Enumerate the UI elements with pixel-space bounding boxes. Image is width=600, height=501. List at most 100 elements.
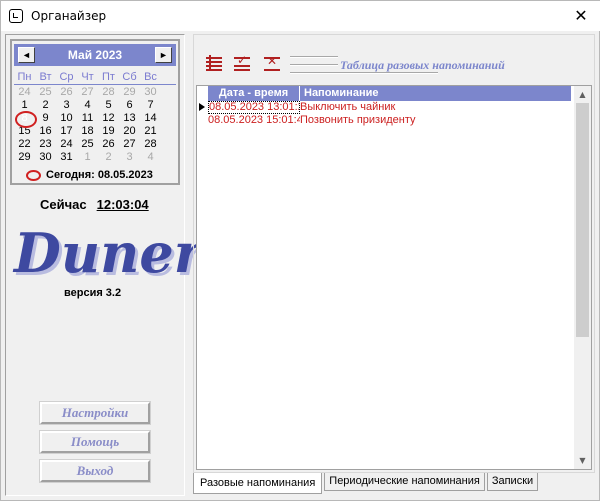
calendar-week: 24 25 26 27 28 29 30 [14, 86, 176, 99]
organizer-window: Органайзер ✕ ◄ Май 2023 ► Пн Вт Ср Чт Пт… [0, 0, 600, 501]
table-header: Дата - время Напоминание [197, 86, 572, 101]
calendar-divider [14, 84, 176, 85]
weekday-label: Пт [102, 71, 115, 83]
calendar-day[interactable]: 9 [35, 112, 56, 125]
calendar-day[interactable]: 1 [77, 151, 98, 164]
today-link[interactable]: Сегодня: 08.05.2023 [26, 167, 153, 183]
calendar-day[interactable]: 2 [98, 151, 119, 164]
calendar-day[interactable]: 21 [140, 125, 161, 138]
list-check-icon[interactable] [234, 53, 250, 71]
list-delete-icon[interactable] [264, 54, 280, 71]
tab-notes[interactable]: Записки [486, 473, 539, 491]
calendar-day[interactable]: 3 [56, 99, 77, 112]
reminders-table: Дата - время Напоминание 08.05.2023 13:0… [196, 85, 592, 470]
title-bar: Органайзер ✕ [1, 1, 600, 31]
calendar-day[interactable]: 27 [119, 138, 140, 151]
calendar-day[interactable]: 7 [140, 99, 161, 112]
exit-button[interactable]: Выход [39, 459, 151, 483]
calendar-day[interactable]: 29 [119, 86, 140, 99]
window-title: Органайзер [31, 9, 107, 23]
calendar-day[interactable]: 14 [140, 112, 161, 125]
current-time: Сейчас 12:03:04 [40, 197, 149, 212]
calendar-day[interactable]: 11 [77, 112, 98, 125]
calendar-week: 22 23 24 25 26 27 28 [14, 138, 176, 151]
weekday-label: Вт [39, 71, 52, 83]
table-title: Таблица разовых напоминаний [340, 58, 505, 72]
left-panel: ◄ Май 2023 ► Пн Вт Ср Чт Пт Сб Вс 24 25 [5, 34, 203, 496]
calendar-day[interactable]: 22 [14, 138, 35, 151]
current-time-value: 12:03:04 [96, 197, 149, 212]
prev-month-button[interactable]: ◄ [18, 47, 35, 63]
calendar-day[interactable]: 25 [35, 86, 56, 99]
calendar-day[interactable]: 31 [56, 151, 77, 164]
app-logo: Duner [14, 221, 203, 285]
calendar-header: ◄ Май 2023 ► [14, 44, 176, 66]
calendar-day[interactable]: 29 [14, 151, 35, 164]
weekday-label: Ср [59, 71, 74, 83]
calendar-week: 15 16 17 18 19 20 21 [14, 125, 176, 138]
column-header-reminder[interactable]: Напоминание [300, 86, 572, 101]
calendar-day[interactable]: 6 [119, 99, 140, 112]
calendar-day[interactable]: 30 [35, 151, 56, 164]
calendar-day[interactable]: 20 [119, 125, 140, 138]
calendar-day[interactable]: 26 [56, 86, 77, 99]
scroll-up-icon[interactable]: ▲ [574, 86, 591, 103]
calendar-day[interactable]: 17 [56, 125, 77, 138]
row-indicator [197, 114, 208, 127]
calendar-week: 8 9 10 11 12 13 14 [14, 111, 176, 128]
scrollbar-thumb[interactable] [576, 103, 589, 337]
list-add-icon[interactable] [206, 55, 222, 71]
column-header-datetime[interactable]: Дата - время [208, 86, 300, 101]
today-label: Сегодня: 08.05.2023 [46, 169, 153, 181]
calendar-day[interactable]: 13 [119, 112, 140, 125]
vertical-scrollbar[interactable]: ▲ ▼ [574, 86, 591, 469]
scroll-down-icon[interactable]: ▼ [574, 452, 591, 469]
header-indicator-column [197, 86, 208, 101]
next-month-button[interactable]: ► [155, 47, 172, 63]
calendar-month-label: Май 2023 [67, 48, 123, 62]
weekday-label: Сб [122, 71, 137, 83]
calendar-day[interactable]: 2 [35, 99, 56, 112]
cell-datetime[interactable]: 08.05.2023 15:01:43 [208, 114, 300, 127]
today-circle-icon [26, 169, 41, 181]
close-button[interactable]: ✕ [571, 6, 591, 26]
help-button[interactable]: Помощь [39, 430, 151, 454]
cell-datetime[interactable]: 08.05.2023 13:01:27 [208, 101, 300, 114]
settings-button[interactable]: Настройки [39, 401, 151, 425]
calendar-day[interactable]: 30 [140, 86, 161, 99]
table-row[interactable]: 08.05.2023 15:01:43 Позвонить призиденту [197, 114, 500, 127]
calendar-day[interactable]: 4 [77, 99, 98, 112]
cell-reminder[interactable]: Выключить чайник [300, 101, 500, 114]
calendar-day[interactable]: 26 [98, 138, 119, 151]
weekday-label: Чт [81, 71, 94, 83]
tab-periodic-reminders[interactable]: Периодические напоминания [324, 473, 485, 491]
tab-bar: Разовые напоминания Периодические напоми… [193, 473, 540, 495]
calendar-day[interactable]: 27 [77, 86, 98, 99]
calendar-day[interactable]: 24 [56, 138, 77, 151]
calendar-day[interactable]: 16 [35, 125, 56, 138]
calendar-day[interactable]: 12 [98, 112, 119, 125]
calendar-day[interactable]: 23 [35, 138, 56, 151]
calendar-day[interactable]: 24 [14, 86, 35, 99]
calendar-day[interactable]: 18 [77, 125, 98, 138]
current-time-label: Сейчас [40, 197, 87, 212]
version-label: версия 3.2 [64, 287, 122, 299]
calendar-grid: Пн Вт Ср Чт Пт Сб Вс 24 25 26 27 28 29 3… [14, 71, 176, 164]
calendar-day[interactable]: 19 [98, 125, 119, 138]
table-row[interactable]: 08.05.2023 13:01:27 Выключить чайник [197, 101, 500, 114]
weekday-row: Пн Вт Ср Чт Пт Сб Вс [14, 71, 176, 84]
calendar-day[interactable]: 3 [119, 151, 140, 164]
weekday-label: Вс [144, 71, 157, 83]
calendar-day[interactable]: 28 [98, 86, 119, 99]
calendar-day-today[interactable]: 8 [14, 111, 37, 128]
calendar-day[interactable]: 25 [77, 138, 98, 151]
calendar-day[interactable]: 10 [56, 112, 77, 125]
calendar: ◄ Май 2023 ► Пн Вт Ср Чт Пт Сб Вс 24 25 [10, 39, 180, 185]
calendar-day[interactable]: 28 [140, 138, 161, 151]
calendar-day[interactable]: 4 [140, 151, 161, 164]
reminders-panel: Таблица разовых напоминаний Дата - время… [193, 34, 595, 473]
tab-one-time-reminders[interactable]: Разовые напоминания [193, 473, 323, 494]
cell-reminder[interactable]: Позвонить призиденту [300, 114, 500, 127]
calendar-week: 29 30 31 1 2 3 4 [14, 151, 176, 164]
calendar-day[interactable]: 5 [98, 99, 119, 112]
